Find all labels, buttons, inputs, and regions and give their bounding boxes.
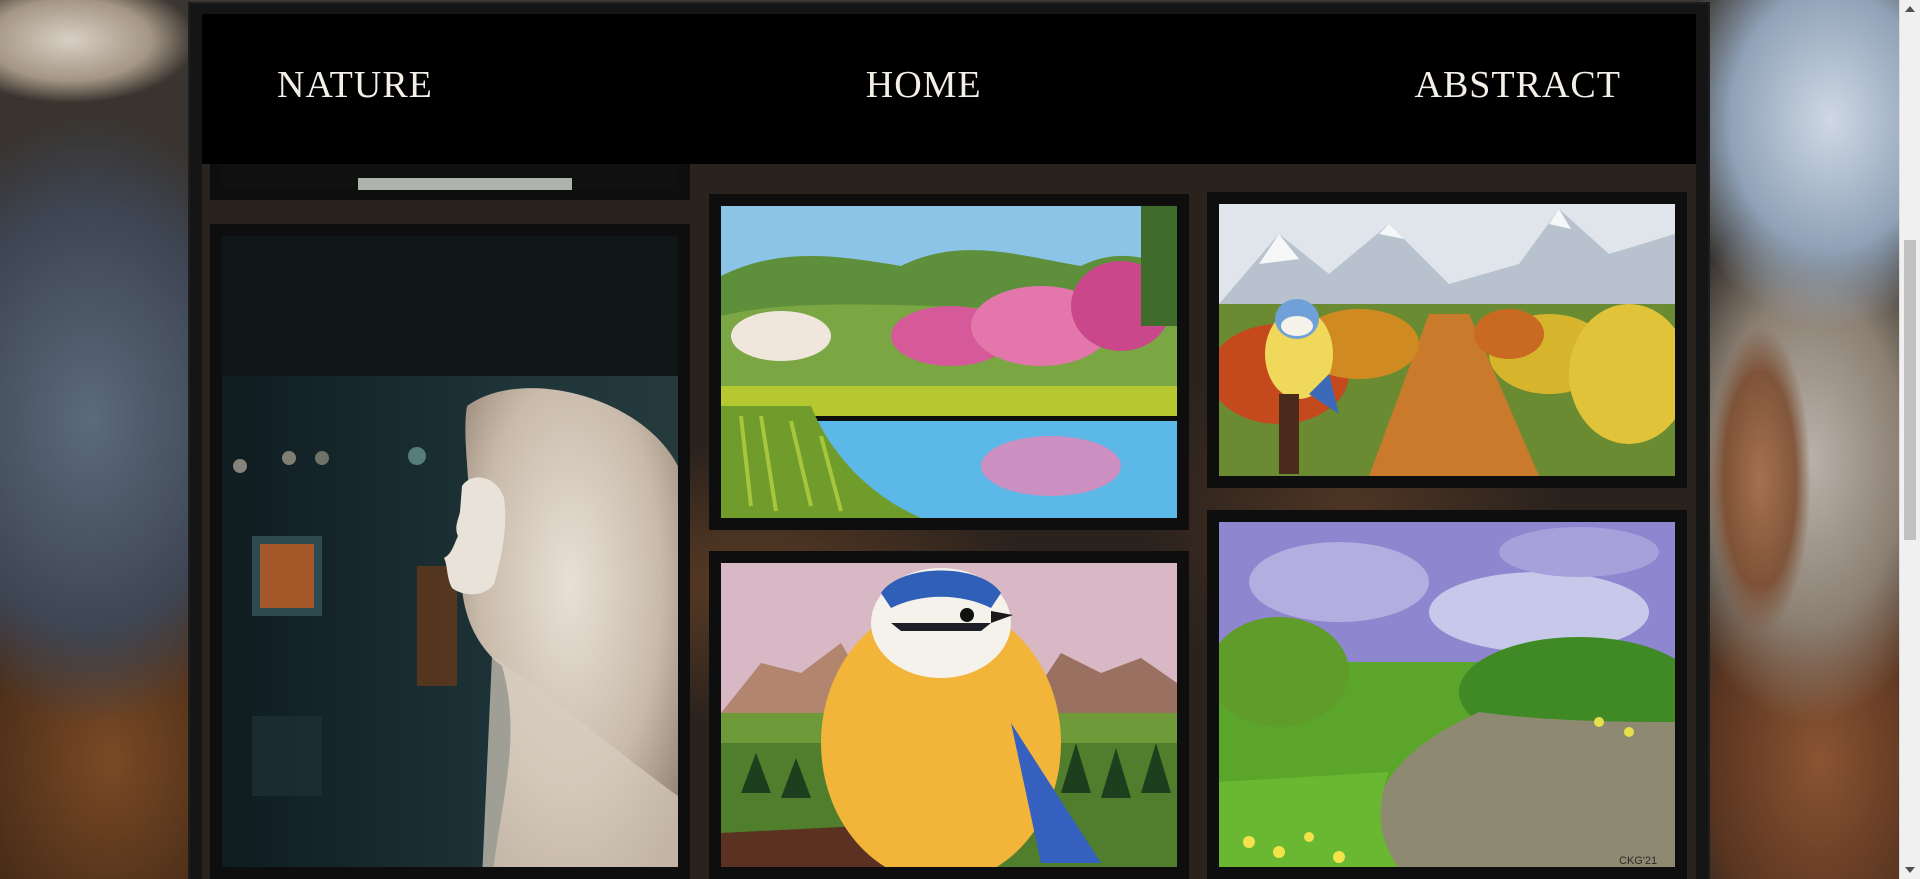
bluetit-painting xyxy=(721,563,1177,867)
pond-painting xyxy=(721,206,1177,518)
scroll-down-arrow-icon[interactable] xyxy=(1905,867,1915,873)
gallery-card-statue[interactable] xyxy=(210,224,690,879)
nav-link-abstract[interactable]: ABSTRACT xyxy=(1415,66,1621,104)
scroll-thumb[interactable] xyxy=(1904,240,1916,540)
gallery-card-orchard[interactable] xyxy=(1207,192,1687,488)
vertical-scrollbar[interactable] xyxy=(1899,0,1920,879)
river-painting: CKG'21 xyxy=(1219,522,1675,867)
nav-link-home[interactable]: HOME xyxy=(866,66,982,104)
gallery-card-river[interactable]: CKG'21 xyxy=(1207,510,1687,879)
orchard-painting xyxy=(1219,204,1675,476)
statue-photo xyxy=(222,236,678,867)
nav-link-nature[interactable]: NATURE xyxy=(277,66,433,104)
gallery-card-bluetit[interactable] xyxy=(709,551,1189,879)
scroll-up-arrow-icon[interactable] xyxy=(1905,6,1915,12)
painting-signature: CKG'21 xyxy=(1619,855,1657,867)
gallery-card-partial[interactable] xyxy=(210,164,690,200)
gallery-card-pond[interactable] xyxy=(709,194,1189,530)
top-navigation: NATURE HOME ABSTRACT xyxy=(202,14,1696,164)
background-figure xyxy=(1700,280,1820,700)
